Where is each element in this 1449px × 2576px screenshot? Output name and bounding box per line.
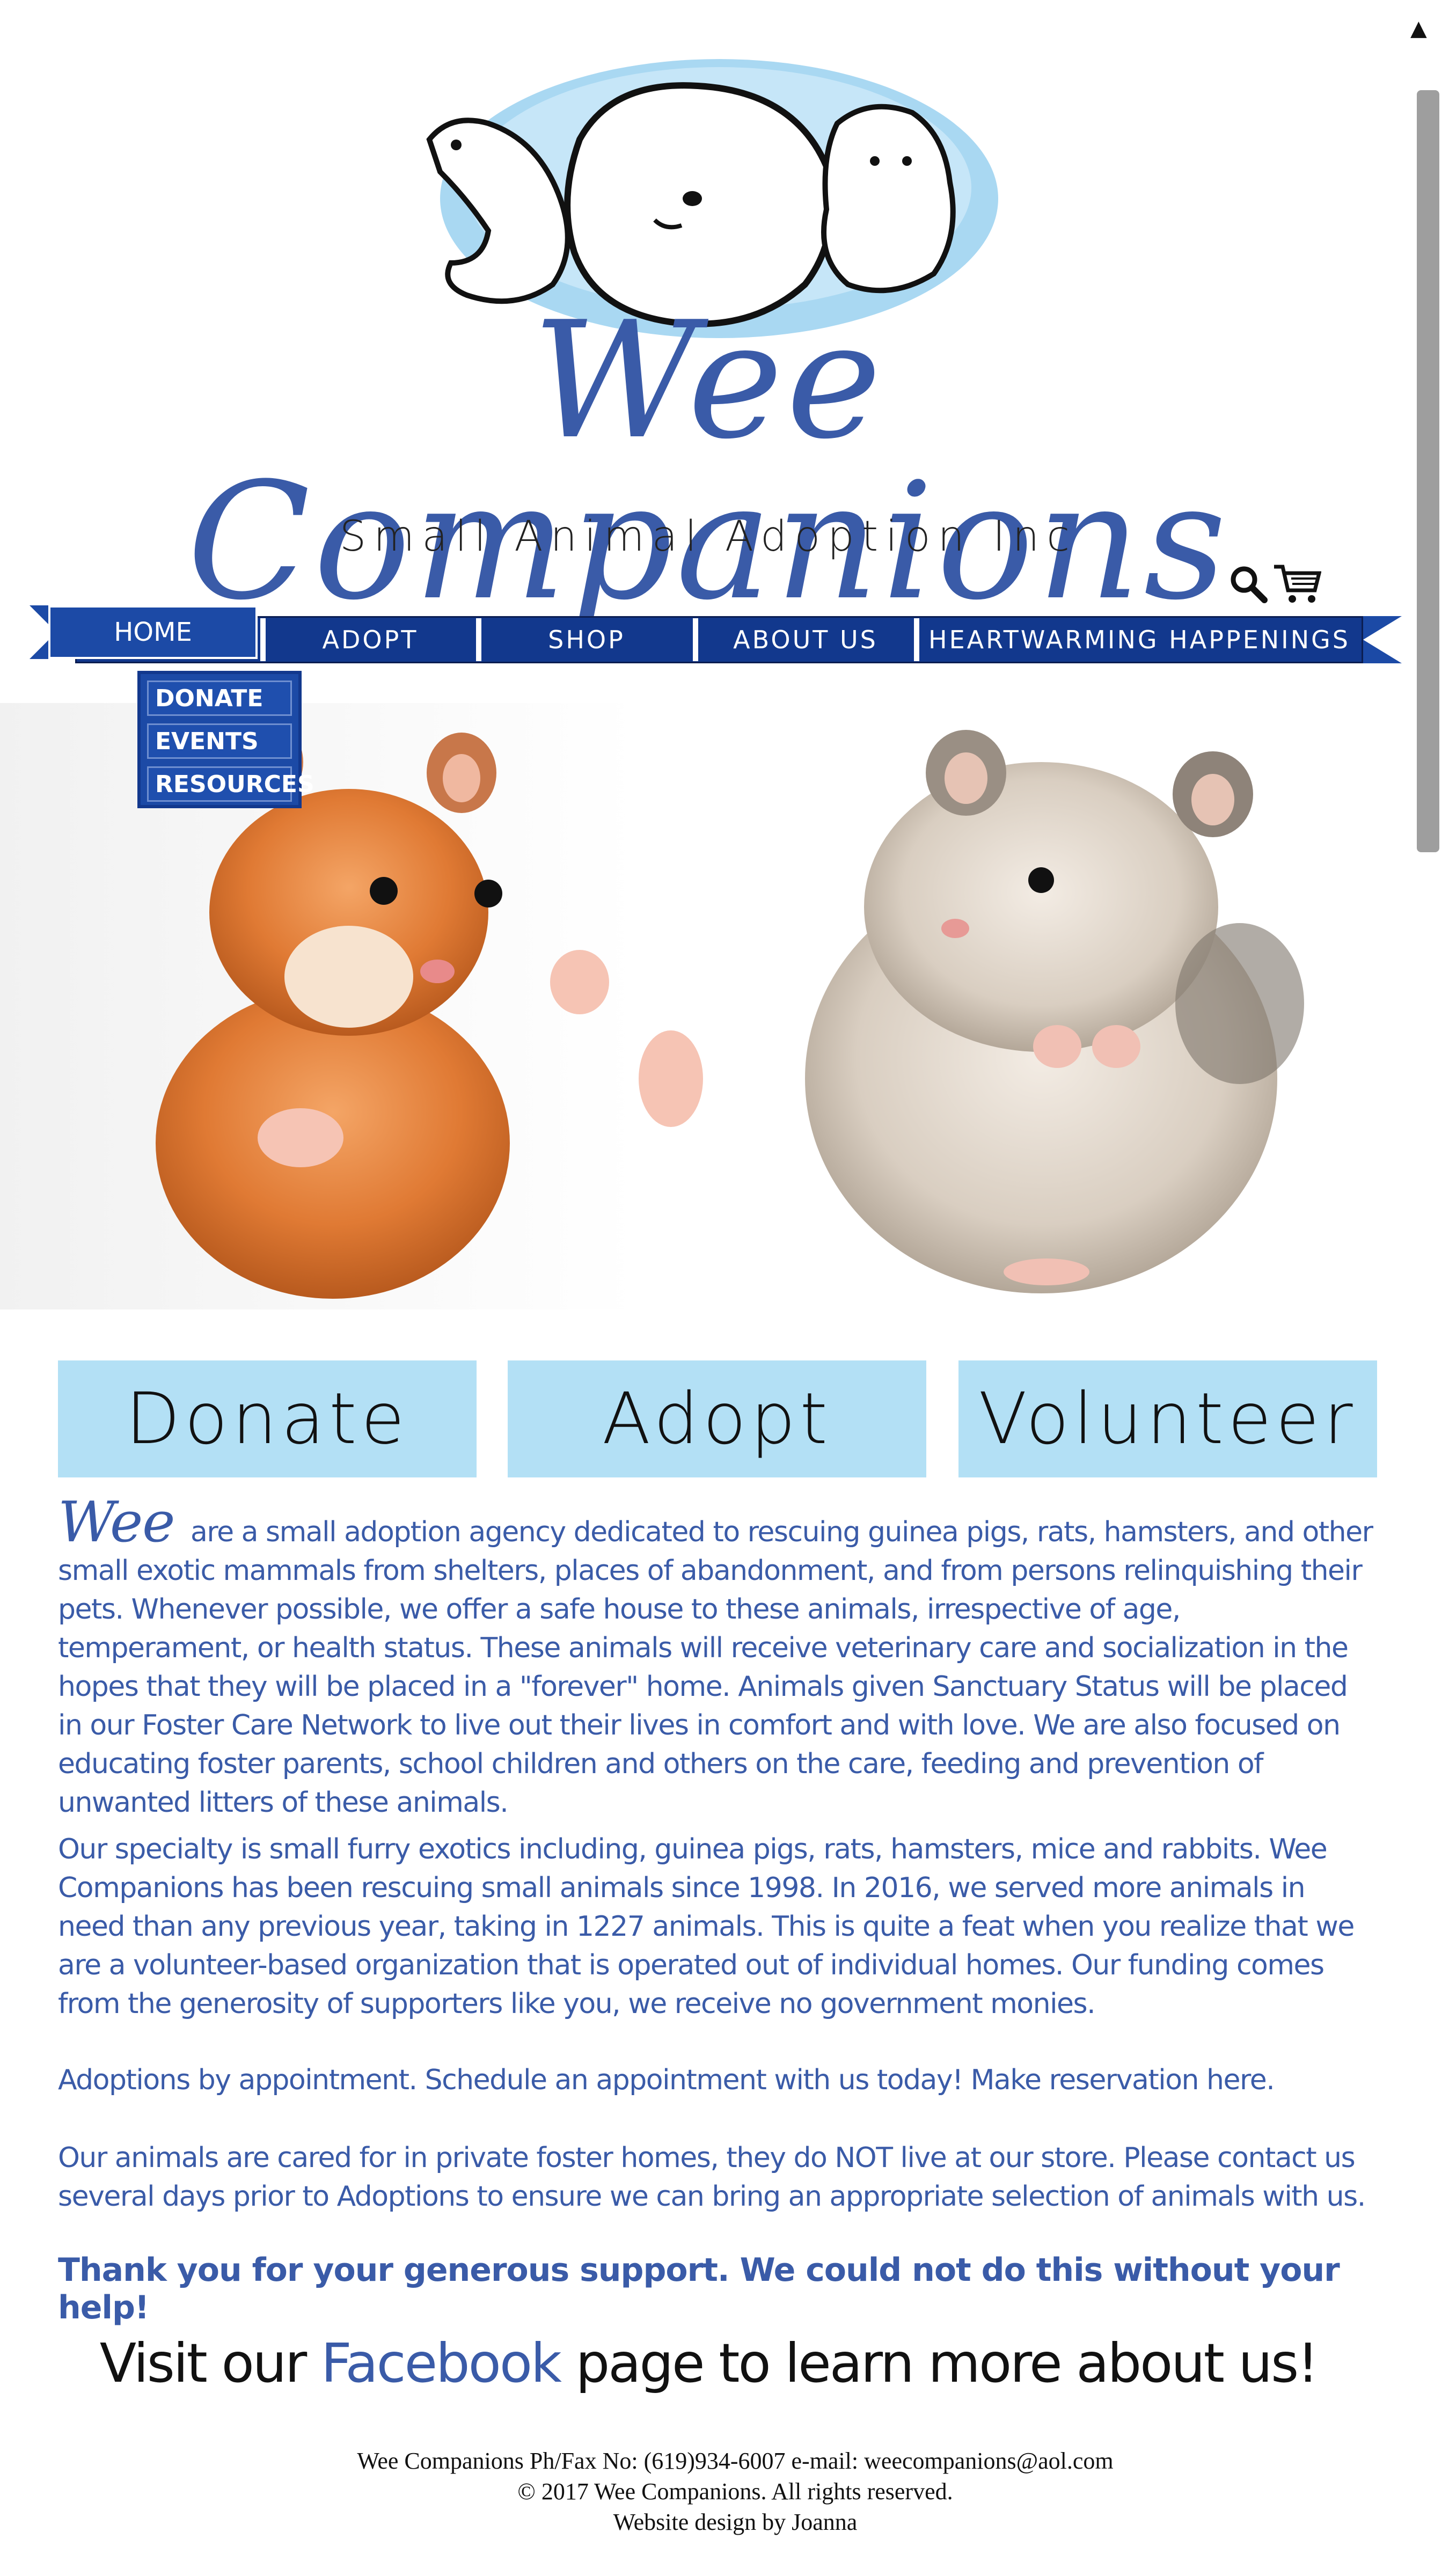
thanks-message: Thank you for your generous support. We …: [58, 2251, 1340, 2326]
visit-text-pre: Visit our: [99, 2332, 321, 2395]
nav-separator: [476, 618, 481, 661]
nav-separator: [260, 618, 266, 661]
nav-separator: [914, 618, 919, 661]
nav-separator: [693, 618, 698, 661]
specialty-paragraph: Our specialty is small furry exotics inc…: [58, 1833, 1355, 2020]
nav-adopt[interactable]: ADOPT: [266, 616, 475, 663]
nav-heartwarming-happenings[interactable]: HEARTWARMING HAPPENINGS: [919, 616, 1359, 663]
volunteer-button[interactable]: Volunteer: [958, 1360, 1377, 1477]
dropdown-resources[interactable]: RESOURCES: [147, 766, 314, 802]
visit-text-post: page to learn more about us!: [560, 2332, 1319, 2395]
nav-home[interactable]: HOME: [48, 605, 258, 659]
site-title: Wee Companions: [187, 287, 1230, 635]
cart-icon[interactable]: [1273, 564, 1321, 604]
search-icon[interactable]: [1229, 565, 1268, 603]
intro-paragraph: Wee are a small adoption agency dedicated…: [58, 1494, 1378, 1822]
footer-copyright: © 2017 Wee Companions. All rights reserv…: [517, 2478, 953, 2505]
intro-text: are a small adoption agency dedicated to…: [58, 1516, 1373, 1819]
nav-home-dropdown: DONATE EVENTS RESOURCES: [137, 671, 314, 808]
we-word: Wee: [58, 1489, 175, 1555]
facebook-link[interactable]: Facebook: [321, 2332, 562, 2395]
nav-shop[interactable]: SHOP: [481, 616, 692, 663]
scroll-up-arrow[interactable]: ▲: [1410, 16, 1427, 41]
donate-button[interactable]: Donate: [58, 1360, 477, 1477]
foster-paragraph: Our animals are cared for in private fos…: [58, 2142, 1366, 2213]
facebook-callout: Visit our Facebook page to learn more ab…: [0, 2332, 1417, 2395]
ribbon-tail-right: [1363, 616, 1402, 663]
site-subtitle: Small Animal Adoption Inc: [339, 513, 1078, 561]
adopt-button[interactable]: Adopt: [508, 1360, 926, 1477]
dropdown-donate[interactable]: DONATE: [147, 680, 292, 716]
nav-about-us[interactable]: ABOUT US: [698, 616, 913, 663]
footer-contact: Wee Companions Ph/Fax No: (619)934-6007 …: [357, 2448, 1114, 2474]
dropdown-events[interactable]: EVENTS: [147, 723, 292, 759]
scrollbar-thumb[interactable]: [1417, 90, 1439, 852]
appointment-paragraph: Adoptions by appointment. Schedule an ap…: [58, 2064, 1275, 2096]
footer-credit: Website design by Joanna: [613, 2509, 858, 2535]
